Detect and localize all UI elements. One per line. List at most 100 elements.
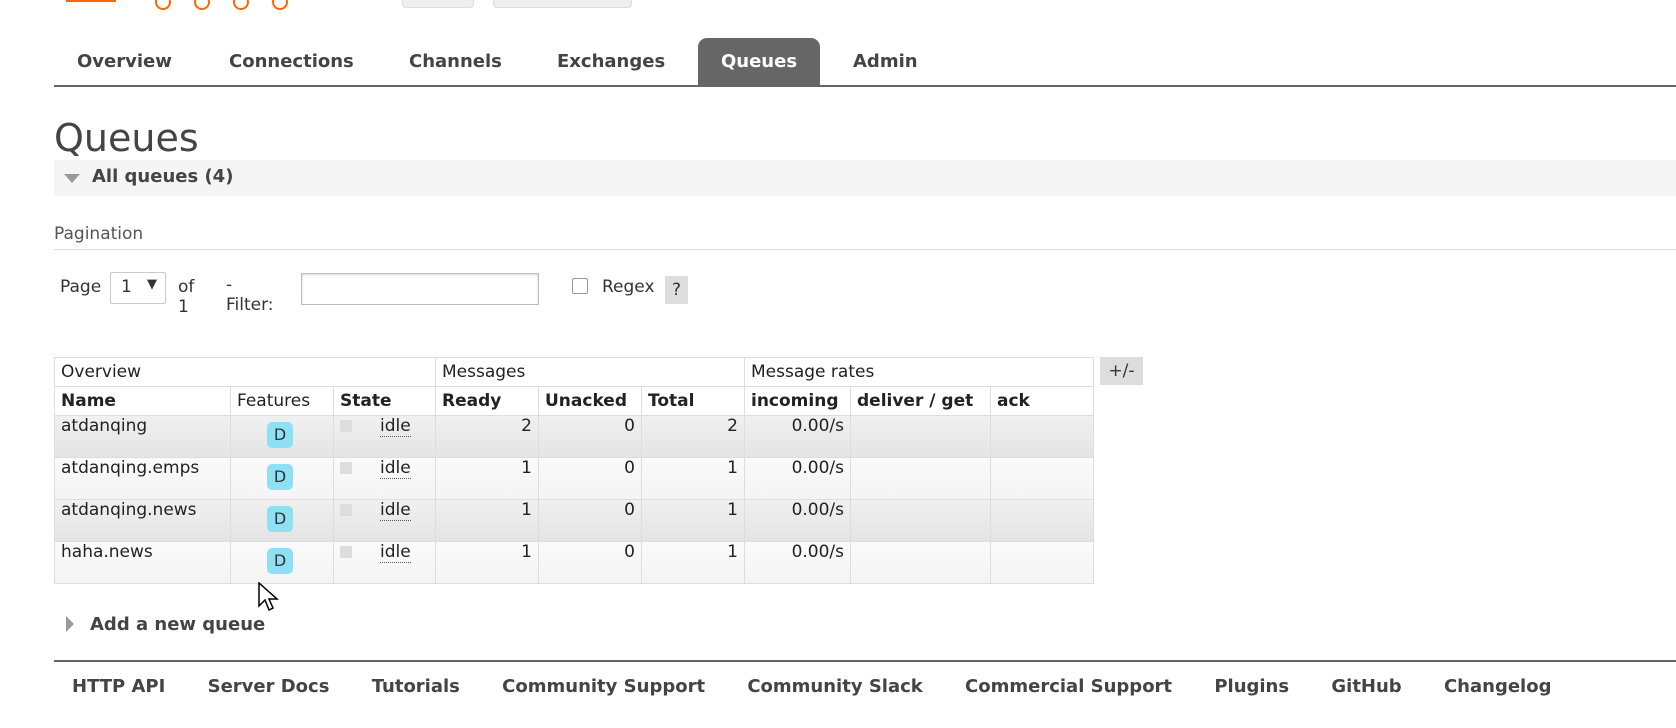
ready-count: 1 xyxy=(435,457,539,500)
unacked-count: 0 xyxy=(538,457,642,500)
col-header-deliver-get[interactable]: deliver / get xyxy=(850,386,991,416)
pagination-divider xyxy=(54,249,1676,250)
table-row[interactable]: haha.news D idle 1 0 1 0.00/s xyxy=(54,541,1094,584)
pagination-title: Pagination xyxy=(54,224,144,244)
group-header-message-rates: Message rates xyxy=(744,357,1094,387)
col-header-name[interactable]: Name xyxy=(54,386,231,416)
tab-exchanges[interactable]: Exchanges xyxy=(557,38,665,85)
ack-rate xyxy=(990,499,1094,542)
table-row[interactable]: atdanqing D idle 2 0 2 0.00/s xyxy=(54,415,1094,458)
deliver-rate xyxy=(850,499,991,542)
state-indicator xyxy=(340,504,352,516)
footer-link-changelog[interactable]: Changelog xyxy=(1444,676,1552,697)
ready-count: 1 xyxy=(435,499,539,542)
ack-rate xyxy=(990,457,1094,500)
deliver-rate xyxy=(850,415,991,458)
ready-count: 1 xyxy=(435,541,539,584)
help-button[interactable]: ? xyxy=(665,276,688,304)
page-select[interactable]: 1 ▼ xyxy=(110,272,166,304)
deliver-rate xyxy=(850,541,991,584)
incoming-rate: 0.00/s xyxy=(744,541,851,584)
collapse-triangle-icon xyxy=(64,174,80,183)
ack-rate xyxy=(990,415,1094,458)
toggle-columns-button[interactable]: +/- xyxy=(1100,357,1143,385)
col-header-ack[interactable]: ack xyxy=(990,386,1094,416)
col-header-features[interactable]: Features xyxy=(230,386,334,416)
table-row[interactable]: atdanqing.news D idle 1 0 1 0.00/s xyxy=(54,499,1094,542)
table-row[interactable]: atdanqing.emps D idle 1 0 1 0.00/s xyxy=(54,457,1094,500)
add-queue-label: Add a new queue xyxy=(90,614,266,635)
total-count: 1 xyxy=(641,499,745,542)
all-queues-section-header[interactable]: All queues (4) xyxy=(54,160,1676,196)
expand-triangle-icon xyxy=(66,615,74,632)
all-queues-label: All queues (4) xyxy=(92,166,234,187)
state-label: idle xyxy=(380,458,411,479)
mouse-cursor-icon xyxy=(258,582,279,612)
unacked-count: 0 xyxy=(538,415,642,458)
queue-name-link[interactable]: atdanqing xyxy=(54,415,231,458)
state-indicator xyxy=(340,462,352,474)
footer-link-github[interactable]: GitHub xyxy=(1331,676,1401,697)
chevron-down-icon: ▼ xyxy=(147,277,157,292)
page-label: Page xyxy=(60,277,102,297)
queue-name-link[interactable]: atdanqing.news xyxy=(54,499,231,542)
tab-connections[interactable]: Connections xyxy=(229,38,354,85)
footer-link-community-slack[interactable]: Community Slack xyxy=(747,676,922,697)
state-indicator xyxy=(340,546,352,558)
header-button-2[interactable] xyxy=(493,0,632,8)
header-button-1[interactable] xyxy=(402,0,474,8)
queue-name-link[interactable]: haha.news xyxy=(54,541,231,584)
page-title: Queues xyxy=(54,116,199,160)
incoming-rate: 0.00/s xyxy=(744,457,851,500)
durable-badge: D xyxy=(267,506,293,532)
queues-table: Overview Messages Message rates Name Fea… xyxy=(54,357,1094,584)
logo-dots xyxy=(155,0,288,10)
unacked-count: 0 xyxy=(538,541,642,584)
deliver-rate xyxy=(850,457,991,500)
main-nav-tabs: Overview Connections Channels Exchanges … xyxy=(54,38,1676,87)
tab-channels[interactable]: Channels xyxy=(409,38,502,85)
footer-link-http-api[interactable]: HTTP API xyxy=(72,676,165,697)
tab-queues[interactable]: Queues xyxy=(698,38,820,85)
state-label: idle xyxy=(380,500,411,521)
filter-input[interactable] xyxy=(301,273,539,305)
add-queue-section-header[interactable]: Add a new queue xyxy=(66,614,265,635)
durable-badge: D xyxy=(267,548,293,574)
footer-link-community-support[interactable]: Community Support xyxy=(502,676,705,697)
regex-label: Regex xyxy=(602,277,655,297)
incoming-rate: 0.00/s xyxy=(744,415,851,458)
footer-link-tutorials[interactable]: Tutorials xyxy=(372,676,460,697)
footer-link-commercial-support[interactable]: Commercial Support xyxy=(965,676,1172,697)
tab-admin[interactable]: Admin xyxy=(853,38,918,85)
group-header-overview: Overview xyxy=(54,357,436,387)
col-header-state[interactable]: State xyxy=(333,386,436,416)
footer-links: HTTP API Server Docs Tutorials Community… xyxy=(72,676,1587,697)
total-count: 1 xyxy=(641,541,745,584)
footer-divider xyxy=(54,660,1676,662)
col-header-ready[interactable]: Ready xyxy=(435,386,539,416)
group-header-messages: Messages xyxy=(435,357,745,387)
tab-overview[interactable]: Overview xyxy=(77,38,172,85)
page-of-label: of 1 xyxy=(178,277,195,317)
total-count: 2 xyxy=(641,415,745,458)
incoming-rate: 0.00/s xyxy=(744,499,851,542)
durable-badge: D xyxy=(267,422,293,448)
unacked-count: 0 xyxy=(538,499,642,542)
state-label: idle xyxy=(380,416,411,437)
durable-badge: D xyxy=(267,464,293,490)
footer-link-plugins[interactable]: Plugins xyxy=(1214,676,1289,697)
ready-count: 2 xyxy=(435,415,539,458)
queue-name-link[interactable]: atdanqing.emps xyxy=(54,457,231,500)
filter-label: - Filter: xyxy=(226,275,274,315)
ack-rate xyxy=(990,541,1094,584)
col-header-unacked[interactable]: Unacked xyxy=(538,386,642,416)
state-label: idle xyxy=(380,542,411,563)
col-header-incoming[interactable]: incoming xyxy=(744,386,851,416)
state-indicator xyxy=(340,420,352,432)
page-select-value: 1 xyxy=(121,277,132,297)
footer-link-server-docs[interactable]: Server Docs xyxy=(208,676,330,697)
total-count: 1 xyxy=(641,457,745,500)
regex-checkbox[interactable] xyxy=(572,278,588,294)
logo-fragment xyxy=(66,0,116,2)
col-header-total[interactable]: Total xyxy=(641,386,745,416)
